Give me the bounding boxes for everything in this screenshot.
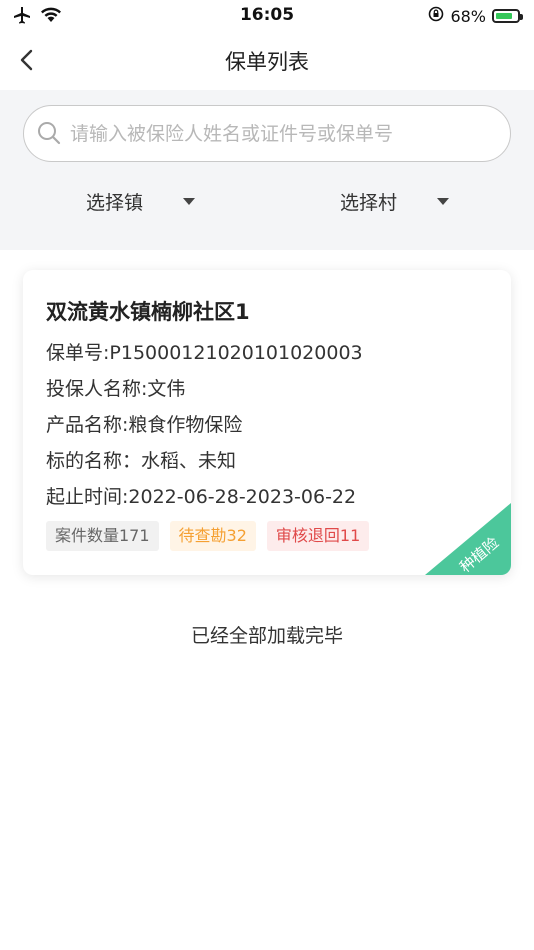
policy-period: 起止时间:2022-06-28-2023-06-22 xyxy=(46,486,357,508)
filter-row: 选择镇 选择村 xyxy=(0,180,534,230)
product-name: 产品名称:粮食作物保险 xyxy=(46,414,243,436)
battery-percent: 68% xyxy=(450,6,486,26)
battery-icon xyxy=(492,9,523,23)
town-select-label: 选择镇 xyxy=(86,192,144,214)
policy-holder: 投保人名称:文伟 xyxy=(46,378,186,400)
search-input[interactable] xyxy=(68,118,492,150)
town-select[interactable]: 选择镇 xyxy=(86,188,196,215)
subject-name: 标的名称：水稻、未知 xyxy=(46,450,237,472)
policy-number: 保单号:P15000121020101020003 xyxy=(46,342,363,364)
nav-bar: 保单列表 xyxy=(0,30,534,90)
load-complete-text: 已经全部加载完毕 xyxy=(190,625,343,647)
search-icon xyxy=(38,122,61,145)
policy-card[interactable]: 双流黄水镇楠柳社区1 保单号:P15000121020101020003 投保人… xyxy=(23,270,511,575)
status-right: 68% xyxy=(428,6,523,26)
caret-down-icon xyxy=(437,198,450,205)
page-title: 保单列表 xyxy=(225,50,309,74)
case-count-tag: 案件数量171 xyxy=(46,521,159,551)
orientation-lock-icon xyxy=(428,6,444,26)
search-bar[interactable] xyxy=(23,105,511,162)
village-select-label: 选择村 xyxy=(340,192,398,214)
pending-survey-tag: 待查勘32 xyxy=(169,521,256,551)
tag-list: 案件数量171 待查勘32 审核退回11 xyxy=(46,521,370,551)
village-select[interactable]: 选择村 xyxy=(340,188,450,215)
review-returned-tag: 审核退回11 xyxy=(266,521,370,551)
caret-down-icon xyxy=(183,198,196,205)
status-bar: 16:05 68% xyxy=(0,0,534,30)
policy-title: 双流黄水镇楠柳社区1 xyxy=(46,300,250,324)
